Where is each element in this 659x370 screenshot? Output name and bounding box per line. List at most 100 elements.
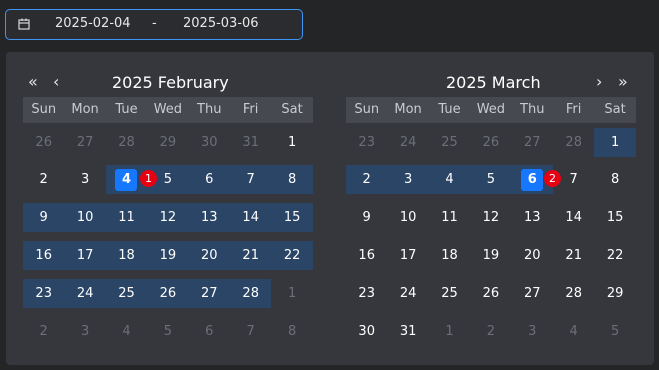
left-day-cell[interactable]: 7 <box>230 317 271 346</box>
left-day-cell[interactable]: 7 <box>230 165 272 194</box>
left-day-cell[interactable]: 30 <box>189 128 230 157</box>
selected-date[interactable]: 4 <box>115 169 138 191</box>
left-day-cell[interactable]: 29 <box>147 128 188 157</box>
left-day-cell[interactable]: 6 <box>188 165 230 194</box>
right-day-cell[interactable]: 17 <box>387 241 428 270</box>
right-day-cell[interactable]: 21 <box>553 241 594 270</box>
left-day-cell[interactable]: 5 <box>147 317 188 346</box>
right-weekday-header: Sun Mon Tue Wed Thu Fri Sat <box>346 97 636 123</box>
left-day-cell[interactable]: 3 <box>64 165 105 194</box>
left-day-cell[interactable]: 4 <box>106 317 147 346</box>
left-day-cell[interactable]: 1 <box>271 128 312 157</box>
right-day-cell[interactable]: 3 <box>387 165 429 194</box>
right-day-cell[interactable]: 15 <box>594 203 635 232</box>
end-date-field[interactable]: 2025-03-06 <box>183 16 259 31</box>
prev-month-button[interactable]: ‹ <box>53 72 59 91</box>
left-day-cell[interactable]: 8 <box>271 165 313 194</box>
left-weekday-header: Sun Mon Tue Wed Thu Fri Sat <box>23 97 313 123</box>
right-day-cell[interactable]: 19 <box>470 241 511 270</box>
right-day-cell[interactable]: 10 <box>387 203 428 232</box>
selected-date[interactable]: 6 <box>521 169 544 191</box>
left-day-cell[interactable]: 24 <box>64 279 106 308</box>
left-day-cell[interactable]: 8 <box>271 317 312 346</box>
left-day-cell[interactable]: 2 <box>23 165 64 194</box>
right-day-cell[interactable]: 11 <box>429 203 470 232</box>
right-day-cell[interactable]: 1 <box>594 128 636 157</box>
left-day-cell[interactable]: 27 <box>64 128 105 157</box>
right-day-cell[interactable]: 1 <box>429 317 470 346</box>
left-day-cell[interactable]: 28 <box>106 128 147 157</box>
left-day-cell[interactable]: 13 <box>188 203 230 232</box>
right-day-cell[interactable]: 28 <box>553 128 594 157</box>
left-day-cell[interactable]: 14 <box>230 203 272 232</box>
right-day-cell[interactable]: 23 <box>346 279 387 308</box>
right-day-cell[interactable]: 14 <box>553 203 594 232</box>
right-day-cell[interactable]: 3 <box>512 317 553 346</box>
right-day-cell[interactable]: 5 <box>594 317 635 346</box>
left-day-cell[interactable]: 1 <box>271 279 312 308</box>
right-day-cell[interactable]: 27 <box>512 279 553 308</box>
right-day-cell[interactable]: 24 <box>387 128 428 157</box>
right-day-cell[interactable]: 16 <box>346 241 387 270</box>
date-range-input[interactable]: 2025-02-04 - 2025-03-06 <box>5 9 303 40</box>
right-weekday-1: Mon <box>394 102 422 117</box>
left-day-cell[interactable]: 2 <box>23 317 64 346</box>
right-day-cell[interactable]: 25 <box>429 128 470 157</box>
next-month-button[interactable]: › <box>596 72 602 91</box>
right-day-cell[interactable]: 27 <box>512 128 553 157</box>
left-day-cell[interactable]: 12 <box>147 203 189 232</box>
left-day-cell[interactable]: 28 <box>230 279 272 308</box>
right-day-cell[interactable]: 31 <box>387 317 428 346</box>
start-date-field[interactable]: 2025-02-04 <box>55 16 131 31</box>
right-day-cell[interactable]: 4 <box>428 165 471 194</box>
right-day-cell[interactable]: 12 <box>470 203 511 232</box>
next-year-button[interactable]: » <box>618 72 628 91</box>
right-day-cell[interactable]: 26 <box>470 279 511 308</box>
right-day-cell[interactable]: 26 <box>470 128 511 157</box>
prev-year-button[interactable]: « <box>28 72 38 91</box>
right-day-cell[interactable]: 20 <box>512 241 553 270</box>
left-day-cell[interactable]: 15 <box>271 203 313 232</box>
right-day-cell[interactable]: 24 <box>387 279 428 308</box>
left-day-cell[interactable]: 25 <box>105 279 148 308</box>
left-day-cell[interactable]: 22 <box>271 241 313 270</box>
left-day-cell[interactable]: 16 <box>23 241 65 270</box>
right-day-cell[interactable]: 13 <box>512 203 553 232</box>
left-day-cell[interactable]: 6 <box>189 317 230 346</box>
left-month-title: 2025 February <box>112 73 229 92</box>
right-day-cell[interactable]: 18 <box>429 241 470 270</box>
left-weekday-4: Thu <box>197 102 222 117</box>
left-day-cell[interactable]: 9 <box>23 203 65 232</box>
badge-2: 2 <box>544 170 561 187</box>
left-day-cell[interactable]: 10 <box>64 203 106 232</box>
right-weekday-6: Sat <box>604 102 626 117</box>
right-day-cell[interactable]: 4 <box>553 317 594 346</box>
left-day-cell[interactable]: 19 <box>147 241 189 270</box>
right-day-cell[interactable]: 22 <box>594 241 635 270</box>
right-day-cell[interactable]: 2 <box>346 165 388 194</box>
date-range-popup: « ‹ 2025 February 2025 March › » Sun Mon T… <box>6 52 654 365</box>
right-weekday-4: Thu <box>520 102 545 117</box>
left-day-cell[interactable]: 23 <box>23 279 65 308</box>
right-day-cell[interactable]: 2 <box>470 317 511 346</box>
right-day-cell[interactable]: 5 <box>470 165 512 194</box>
left-weekday-5: Fri <box>242 102 259 117</box>
left-day-cell[interactable]: 27 <box>188 279 230 308</box>
left-weekday-0: Sun <box>31 102 57 117</box>
right-day-cell[interactable]: 30 <box>346 317 387 346</box>
left-day-cell[interactable]: 21 <box>230 241 272 270</box>
left-day-cell[interactable]: 18 <box>105 241 148 270</box>
right-day-cell[interactable]: 25 <box>429 279 470 308</box>
right-day-cell[interactable]: 9 <box>346 203 387 232</box>
right-day-cell[interactable]: 28 <box>553 279 594 308</box>
left-day-cell[interactable]: 20 <box>188 241 230 270</box>
left-day-cell[interactable]: 11 <box>105 203 148 232</box>
left-day-cell[interactable]: 17 <box>64 241 106 270</box>
left-day-cell[interactable]: 26 <box>23 128 64 157</box>
right-day-cell[interactable]: 29 <box>594 279 635 308</box>
right-day-cell[interactable]: 8 <box>594 165 635 194</box>
left-day-cell[interactable]: 31 <box>230 128 271 157</box>
right-day-cell[interactable]: 23 <box>346 128 387 157</box>
left-day-cell[interactable]: 3 <box>64 317 105 346</box>
left-day-cell[interactable]: 26 <box>147 279 189 308</box>
